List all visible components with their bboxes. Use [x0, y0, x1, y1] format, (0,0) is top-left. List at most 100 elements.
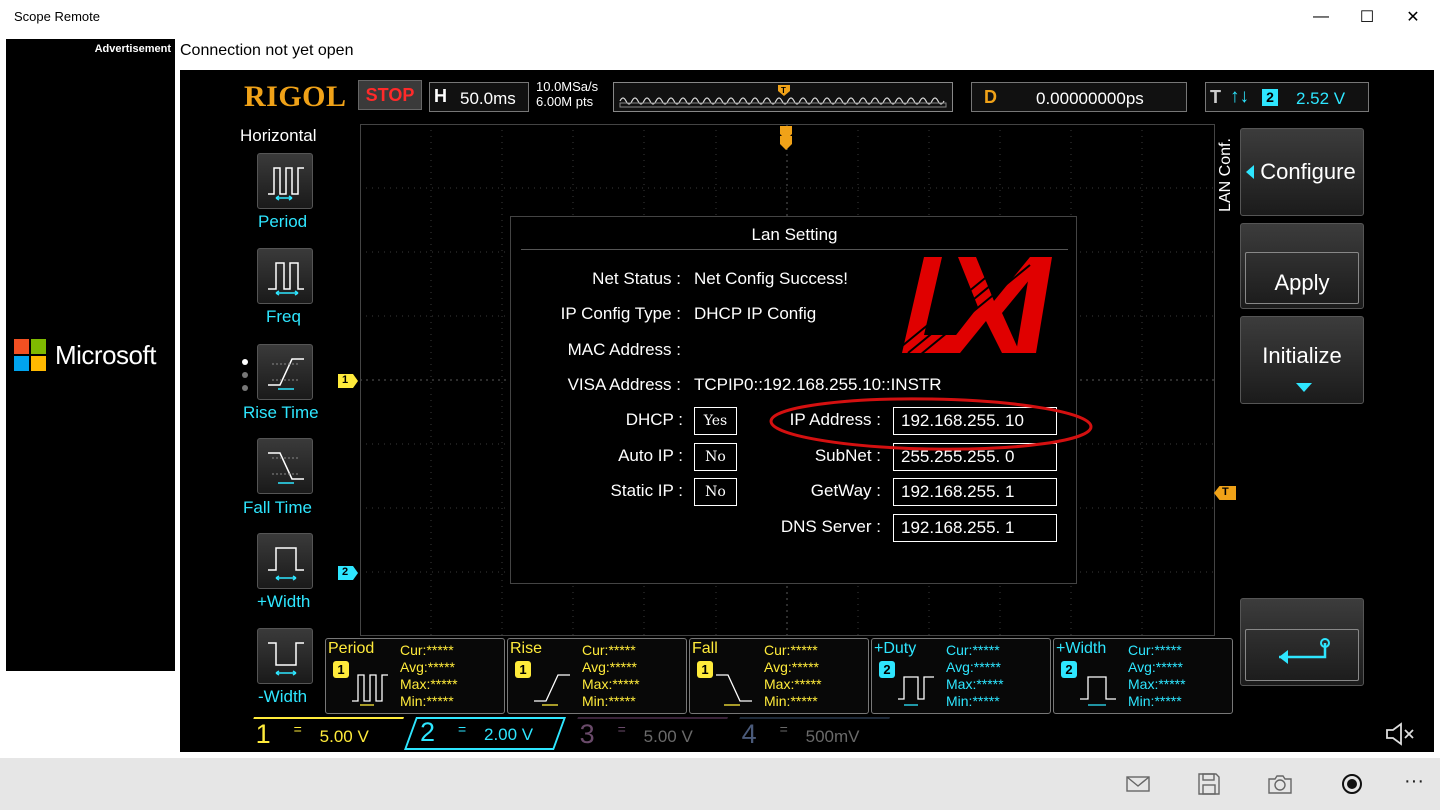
gateway-label: GetWay :: [810, 481, 881, 500]
ch1-offset-marker[interactable]: 1: [338, 374, 358, 388]
stat-min: Min:*****: [582, 693, 636, 709]
dc-coupling-icon: =: [779, 721, 788, 737]
measurement-name: Period: [328, 640, 375, 657]
freq-label: Freq: [266, 307, 301, 326]
mac-address-label: MAC Address :: [567, 340, 681, 359]
mail-icon[interactable]: [1122, 768, 1154, 800]
initialize-button[interactable]: Initialize: [1240, 316, 1364, 404]
freq-icon: [268, 262, 304, 296]
configure-label: Configure: [1260, 159, 1356, 184]
measurement-stats: Cur:***** Avg:***** Max:***** Min:*****: [582, 642, 640, 710]
channel-4-status[interactable]: 4 = 500mV: [727, 717, 891, 750]
channel-3-status[interactable]: 3 = 5.00 V: [565, 717, 729, 750]
scope-brand-logo: RIGOL: [244, 80, 347, 113]
gateway-field[interactable]: 192.168.255. 1: [893, 478, 1057, 506]
measurement-rise[interactable]: Rise 1 Cur:***** Avg:***** Max:***** Min…: [507, 638, 687, 714]
trigger-level-marker[interactable]: T: [1214, 486, 1236, 500]
lan-setting-dialog: Lan Setting Net Status : Net Config Succ…: [510, 216, 1093, 584]
sound-muted-icon[interactable]: [1384, 722, 1416, 746]
channel-scale: 2.00 V: [484, 725, 534, 744]
measurement-channel: 2: [1061, 661, 1077, 678]
title-bar: Scope Remote — ☐ ✕: [0, 0, 1440, 34]
apply-button[interactable]: Apply: [1240, 223, 1364, 309]
trigger-level: 2.52 V: [1296, 89, 1346, 108]
measurement-positive-duty[interactable]: +Duty 2 Cur:***** Avg:***** Max:***** Mi…: [871, 638, 1051, 714]
ch2-offset-marker[interactable]: 2: [338, 566, 358, 580]
stat-avg: Avg:*****: [400, 659, 456, 675]
sample-rate: 10.0MSa/s: [536, 79, 599, 94]
close-icon: ✕: [1406, 9, 1420, 26]
ip-config-type-value: DHCP IP Config: [694, 304, 817, 323]
period-button[interactable]: [257, 153, 313, 209]
delay-value: 0.00000000ps: [1036, 89, 1144, 108]
dc-coupling-icon: =: [617, 721, 626, 737]
configure-button[interactable]: Configure: [1240, 128, 1364, 216]
static-ip-toggle[interactable]: No: [694, 478, 737, 506]
stat-cur: Cur:*****: [1128, 642, 1182, 658]
page-dot-icon: [242, 359, 248, 365]
record-icon[interactable]: [1336, 768, 1368, 800]
dhcp-label: DHCP :: [625, 410, 683, 429]
delay-display[interactable]: D 0.00000000ps: [971, 82, 1187, 112]
positive-width-icon: [268, 547, 304, 581]
channel-number: 2: [420, 717, 436, 747]
horizontal-timebase[interactable]: H 50.0ms: [429, 82, 529, 112]
net-status-value: Net Config Success!: [694, 269, 849, 288]
channel-number: 3: [579, 719, 595, 749]
channel-number: 1: [255, 719, 271, 749]
auto-ip-toggle[interactable]: No: [694, 443, 737, 471]
measurement-stats: Cur:***** Avg:***** Max:***** Min:*****: [764, 642, 822, 710]
measurement-period[interactable]: Period 1 Cur:***** Avg:***** Max:***** M…: [325, 638, 505, 714]
stat-max: Max:*****: [582, 676, 640, 692]
return-arrow-icon: [1279, 638, 1330, 664]
dropdown-arrow-icon: [1296, 383, 1312, 392]
freq-button[interactable]: [257, 248, 313, 304]
stat-max: Max:*****: [1128, 676, 1186, 692]
positive-width-button[interactable]: [257, 533, 313, 589]
more-icon[interactable]: ···: [1398, 770, 1430, 802]
channel-1-status[interactable]: 1 = 5.00 V: [241, 717, 405, 750]
period-icon: [352, 674, 388, 706]
negative-width-label: -Width: [258, 687, 308, 706]
close-button[interactable]: ✕: [1390, 0, 1436, 34]
dc-coupling-icon: =: [458, 721, 467, 737]
horizontal-letter: H: [434, 86, 447, 106]
connection-status: Connection not yet open: [180, 42, 354, 59]
measurement-channel: 2: [879, 661, 895, 678]
fall-time-icon: [268, 452, 304, 484]
trigger-edge-icon: ↑↓: [1230, 86, 1249, 107]
stat-max: Max:*****: [946, 676, 1004, 692]
menu-section-label: LAN Conf.: [1214, 126, 1238, 232]
rise-time-label: Rise Time: [243, 403, 319, 422]
channel-number: 4: [741, 719, 757, 749]
trigger-source: 2: [1262, 89, 1278, 106]
scope-screen[interactable]: RIGOL STOP H 50.0ms 10.0MSa/s 6.00M pts …: [180, 70, 1434, 752]
minimize-icon: —: [1313, 8, 1329, 25]
fall-time-button[interactable]: [257, 438, 313, 494]
stat-min: Min:*****: [764, 693, 818, 709]
dc-coupling-icon: =: [293, 721, 302, 737]
dhcp-toggle[interactable]: Yes: [694, 407, 737, 435]
dialog-divider: [521, 249, 1068, 250]
rise-time-button[interactable]: [257, 344, 313, 400]
minimize-button[interactable]: —: [1298, 0, 1344, 34]
dialog-title: Lan Setting: [751, 225, 838, 244]
measurement-positive-width[interactable]: +Width 2 Cur:***** Avg:***** Max:***** M…: [1053, 638, 1233, 714]
maximize-icon: ☐: [1359, 9, 1375, 26]
channel-scale: 500mV: [805, 727, 860, 746]
advertisement-panel[interactable]: Advertisement Microsoft: [6, 39, 175, 671]
save-icon[interactable]: [1193, 768, 1225, 800]
period-label: Period: [258, 212, 308, 231]
return-button[interactable]: [1240, 598, 1364, 686]
channel-2-status[interactable]: 2 = 2.00 V: [403, 717, 567, 750]
camera-icon[interactable]: [1264, 768, 1296, 800]
auto-ip-label: Auto IP :: [618, 446, 683, 465]
run-stop-status[interactable]: STOP: [358, 80, 422, 110]
measurement-fall[interactable]: Fall 1 Cur:***** Avg:***** Max:***** Min…: [689, 638, 869, 714]
fall-time-icon: [716, 674, 752, 706]
trigger-display[interactable]: T ↑↓ 2 2.52 V: [1205, 82, 1369, 112]
negative-width-button[interactable]: [257, 628, 313, 684]
maximize-button[interactable]: ☐: [1344, 0, 1390, 34]
dns-server-field[interactable]: 192.168.255. 1: [893, 514, 1057, 542]
memory-waveform-icon: T: [619, 85, 947, 108]
